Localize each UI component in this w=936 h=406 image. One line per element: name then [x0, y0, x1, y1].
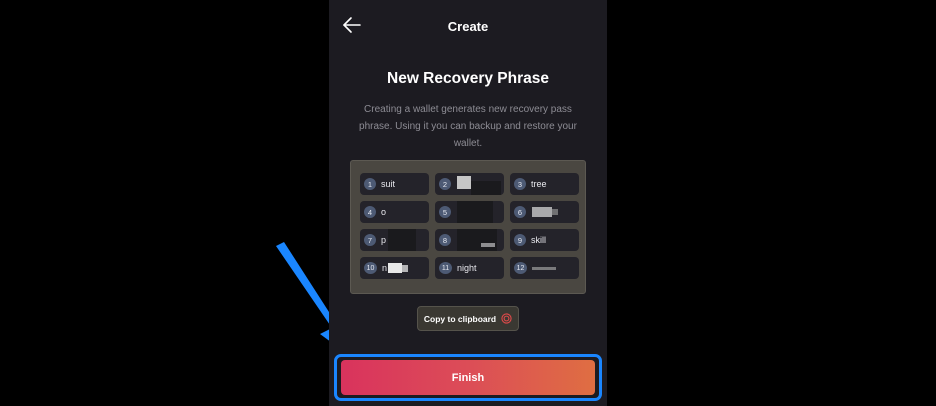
word-number: 2: [439, 178, 451, 190]
copy-button-label: Copy to clipboard: [423, 313, 497, 324]
word-chip: 10 n: [360, 257, 429, 279]
word-text: p: [381, 235, 387, 245]
redaction-block: [457, 176, 471, 189]
redaction-block: [457, 201, 493, 223]
word-text: o: [381, 207, 387, 217]
app-window: Create New Recovery Phrase Creating a wa…: [329, 0, 607, 406]
redaction-block: [402, 265, 408, 272]
word-text: tree: [531, 179, 547, 189]
page-description: Creating a wallet generates new recovery…: [359, 104, 577, 149]
word-chip: 8: [435, 229, 504, 251]
page-title: New Recovery Phrase: [387, 70, 549, 87]
redaction-block: [532, 267, 556, 270]
word-chip: 6: [510, 201, 579, 223]
redaction-block: [388, 229, 416, 251]
copy-icon: [501, 313, 512, 324]
word-number: 9: [514, 234, 526, 246]
word-number: 12: [514, 262, 527, 274]
word-number: 1: [364, 178, 376, 190]
redaction-block: [471, 181, 501, 195]
recovery-phrase-panel: 1 suit 2 3 tree 4 o 5 6 7 p 8 9 skill 10…: [350, 160, 586, 294]
word-number: 5: [439, 206, 451, 218]
word-chip: 7 p: [360, 229, 429, 251]
redaction-block: [481, 243, 495, 247]
header-title: Create: [447, 19, 489, 34]
word-text: skill: [531, 235, 546, 245]
word-chip: 2: [435, 173, 504, 195]
word-number: 3: [514, 178, 526, 190]
word-chip: 3 tree: [510, 173, 579, 195]
word-grid: 1 suit 2 3 tree 4 o 5 6 7 p 8 9 skill 10…: [360, 173, 579, 279]
word-number: 7: [364, 234, 376, 246]
word-chip: 1 suit: [360, 173, 429, 195]
word-text: night: [457, 263, 477, 273]
copy-to-clipboard-button[interactable]: Copy to clipboard: [417, 306, 519, 331]
header: Create: [329, 0, 607, 54]
word-text: n: [382, 263, 388, 273]
redaction-block: [552, 209, 558, 215]
word-chip: 11 night: [435, 257, 504, 279]
word-chip: 9 skill: [510, 229, 579, 251]
redaction-block: [388, 263, 402, 273]
word-chip: 12: [510, 257, 579, 279]
redaction-block: [532, 207, 552, 217]
word-chip: 5: [435, 201, 504, 223]
screenshot-stage: Create New Recovery Phrase Creating a wa…: [0, 0, 936, 406]
redaction-block: [457, 229, 497, 251]
word-number: 8: [439, 234, 451, 246]
finish-button[interactable]: Finish: [341, 360, 595, 395]
word-number: 11: [439, 262, 452, 274]
word-number: 10: [364, 262, 377, 274]
word-chip: 4 o: [360, 201, 429, 223]
word-number: 4: [364, 206, 376, 218]
word-text: suit: [381, 179, 396, 189]
word-number: 6: [514, 206, 526, 218]
